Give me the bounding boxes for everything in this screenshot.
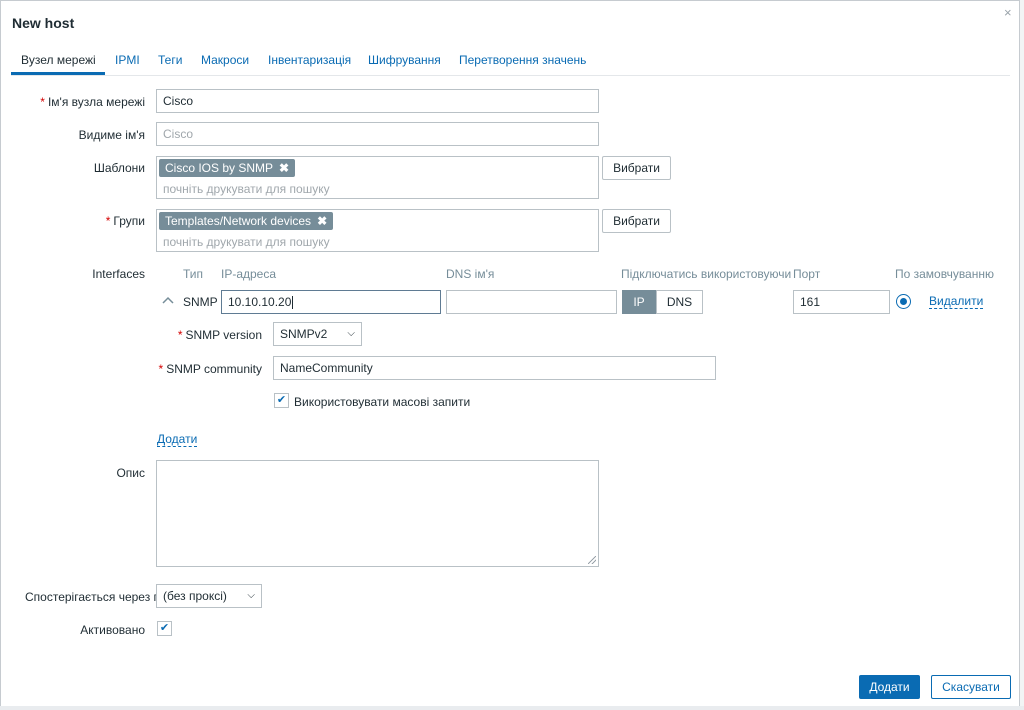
interface-port-input[interactable]: 161	[793, 290, 890, 314]
background-strip-right	[1020, 0, 1024, 710]
interfaces-header-default: По замовчуванню	[895, 267, 994, 281]
dialog-title: New host	[12, 15, 75, 31]
monitored-by-label: Спостерігається через п	[25, 590, 157, 604]
interface-dns-input[interactable]	[446, 290, 617, 314]
snmp-version-select[interactable]: SNMPv2 ⌵	[273, 322, 362, 346]
groups-label: * Групи	[105, 214, 145, 228]
active-tab-indicator	[11, 72, 105, 75]
connect-dns-toggle[interactable]: DNS	[656, 290, 703, 314]
remove-interface-link[interactable]: Видалити	[929, 295, 984, 309]
interface-type: SNMP	[183, 295, 218, 309]
bulk-requests-checkbox[interactable]: ✔	[274, 393, 289, 408]
tab-tags[interactable]: Теги	[158, 53, 182, 67]
tab-host[interactable]: Вузел мережі	[21, 53, 96, 67]
interface-ip-input[interactable]: 10.10.10.20	[221, 290, 441, 314]
group-chip: Templates/Network devices ✖	[159, 212, 334, 230]
interfaces-header-type: Тип	[183, 267, 204, 281]
tab-value-mapping[interactable]: Перетворення значень	[459, 53, 586, 67]
interfaces-header-dns: DNS ім'я	[446, 267, 495, 281]
snmp-community-input[interactable]: NameCommunity	[273, 356, 716, 380]
resize-grip-icon[interactable]	[588, 556, 596, 564]
hostname-label: * Ім'я вузла мережі	[40, 95, 145, 109]
add-interface-link[interactable]: Додати	[157, 433, 198, 447]
interfaces-header-connect: Підключатись використовуючи	[621, 267, 792, 281]
radio-dot	[900, 298, 907, 305]
snmp-community-label: * SNMP community	[158, 362, 262, 376]
interfaces-header-port: Порт	[793, 267, 821, 281]
snmp-version-label: * SNMP version	[177, 328, 262, 342]
background-strip-bottom	[0, 706, 1024, 710]
enabled-label: Активовано	[80, 623, 145, 637]
required-mark: *	[177, 328, 183, 342]
visible-name-input[interactable]: Cisco	[156, 122, 599, 146]
interfaces-label: Interfaces	[92, 267, 145, 281]
chevron-down-icon: ⌵	[347, 328, 355, 339]
required-mark: *	[105, 214, 111, 228]
required-mark: *	[158, 362, 164, 376]
bulk-requests-label: Використовувати масові запити	[294, 395, 471, 409]
groups-multiselect[interactable]: Templates/Network devices ✖ почніть друку…	[156, 209, 599, 252]
template-chip: Cisco IOS by SNMP ✖	[159, 159, 296, 177]
hostname-input[interactable]: Cisco	[156, 89, 599, 113]
chip-remove-icon[interactable]: ✖	[317, 214, 327, 228]
add-button[interactable]: Додати	[859, 675, 920, 699]
required-mark: *	[40, 95, 45, 109]
chip-remove-icon[interactable]: ✖	[279, 161, 289, 175]
tab-encryption[interactable]: Шифрування	[368, 53, 441, 67]
cancel-button[interactable]: Скасувати	[931, 675, 1011, 699]
tab-bar: Вузел мережі IPMI Теги Макроси Інвентари…	[11, 45, 1010, 76]
description-label: Опис	[116, 466, 145, 480]
close-icon[interactable]: ×	[1004, 5, 1012, 20]
connect-ip-toggle[interactable]: IP	[622, 290, 656, 314]
groups-select-button[interactable]: Вибрати	[602, 209, 671, 233]
templates-label: Шаблони	[93, 161, 145, 175]
visible-name-label: Видиме ім'я	[78, 128, 145, 142]
description-textarea[interactable]	[156, 460, 599, 567]
templates-search-placeholder: почніть друкувати для пошуку	[163, 182, 330, 196]
enabled-checkbox[interactable]: ✔	[157, 621, 172, 636]
proxy-select[interactable]: (без проксі) ⌵	[156, 584, 262, 608]
chevron-down-icon: ⌵	[247, 590, 255, 601]
text-caret	[292, 296, 294, 310]
chevron-up-icon[interactable]	[161, 294, 175, 306]
interfaces-header-ip: IP-адреса	[221, 267, 277, 281]
new-host-dialog: New host × Вузел мережі IPMI Теги Макрос…	[0, 0, 1020, 708]
tab-inventory[interactable]: Інвентаризація	[268, 53, 351, 67]
templates-multiselect[interactable]: Cisco IOS by SNMP ✖ почніть друкувати для…	[156, 156, 599, 199]
groups-search-placeholder: почніть друкувати для пошуку	[163, 235, 330, 249]
default-interface-radio[interactable]	[896, 294, 911, 309]
tab-ipmi[interactable]: IPMI	[115, 53, 140, 67]
templates-select-button[interactable]: Вибрати	[602, 156, 671, 180]
tab-macros[interactable]: Макроси	[201, 53, 249, 67]
